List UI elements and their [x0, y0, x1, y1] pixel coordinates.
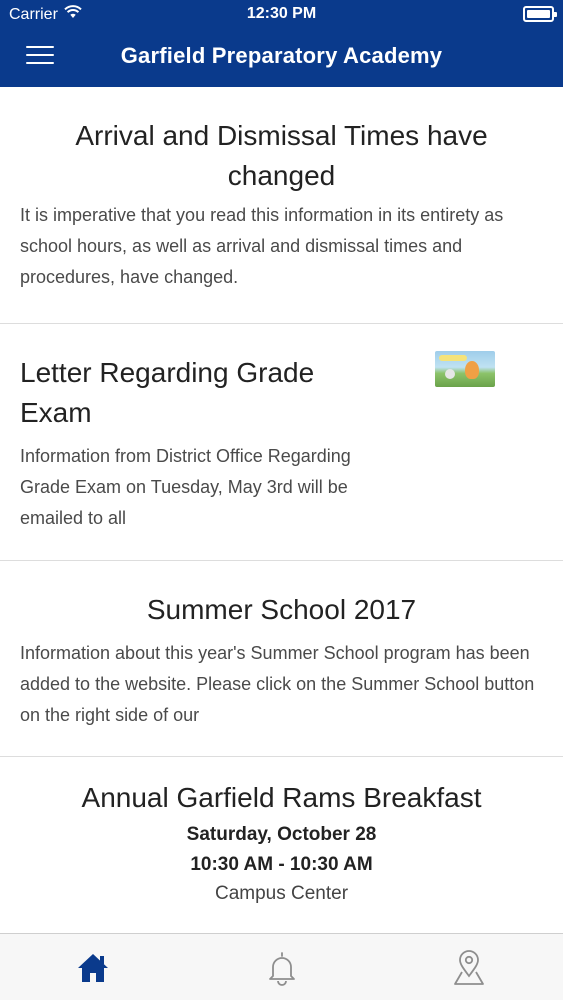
map-pin-icon: [454, 950, 484, 985]
event-date: Saturday, October 28: [186, 824, 377, 845]
event-location: Campus Center: [214, 883, 349, 904]
tab-notifications[interactable]: [262, 948, 302, 988]
home-icon: [78, 954, 108, 982]
tab-map[interactable]: [449, 948, 489, 988]
status-bar: Carrier 12:30 PM: [0, 0, 563, 30]
news-item-thumbnail[interactable]: [435, 351, 495, 387]
news-item-text: Letter Regarding Grade Exam Information …: [20, 353, 360, 534]
page-title: Garfield Preparatory Academy: [120, 43, 443, 68]
news-item-title: Arrival and Dismissal Times have changed: [75, 120, 488, 191]
news-item-body: It is imperative that you read this info…: [20, 205, 504, 287]
news-item-body: Information about this year's Summer Sch…: [20, 643, 535, 725]
event-title: Annual Garfield Rams Breakfast: [81, 782, 482, 813]
news-item[interactable]: Summer School 2017 Information about thi…: [0, 561, 563, 757]
status-time: 12:30 PM: [246, 5, 317, 22]
tab-bar: [0, 933, 563, 1000]
news-item-body: Information from District Office Regardi…: [20, 446, 351, 528]
tab-home[interactable]: [73, 948, 113, 988]
news-feed[interactable]: Arrival and Dismissal Times have changed…: [0, 87, 563, 933]
battery-icon: [523, 6, 557, 22]
news-item-title: Letter Regarding Grade Exam: [20, 357, 315, 428]
event-item[interactable]: Annual Garfield Rams Breakfast Saturday,…: [0, 757, 563, 933]
news-item[interactable]: Letter Regarding Grade Exam Information …: [0, 324, 563, 561]
bell-icon: [269, 952, 295, 986]
news-item-title: Summer School 2017: [146, 594, 417, 625]
event-time: 10:30 AM - 10:30 AM: [190, 854, 373, 875]
top-bar: Carrier 12:30 PM Garfield Preparatory Ac…: [0, 0, 563, 87]
nav-bar: Garfield Preparatory Academy: [0, 30, 563, 87]
news-item[interactable]: Arrival and Dismissal Times have changed…: [0, 87, 563, 324]
